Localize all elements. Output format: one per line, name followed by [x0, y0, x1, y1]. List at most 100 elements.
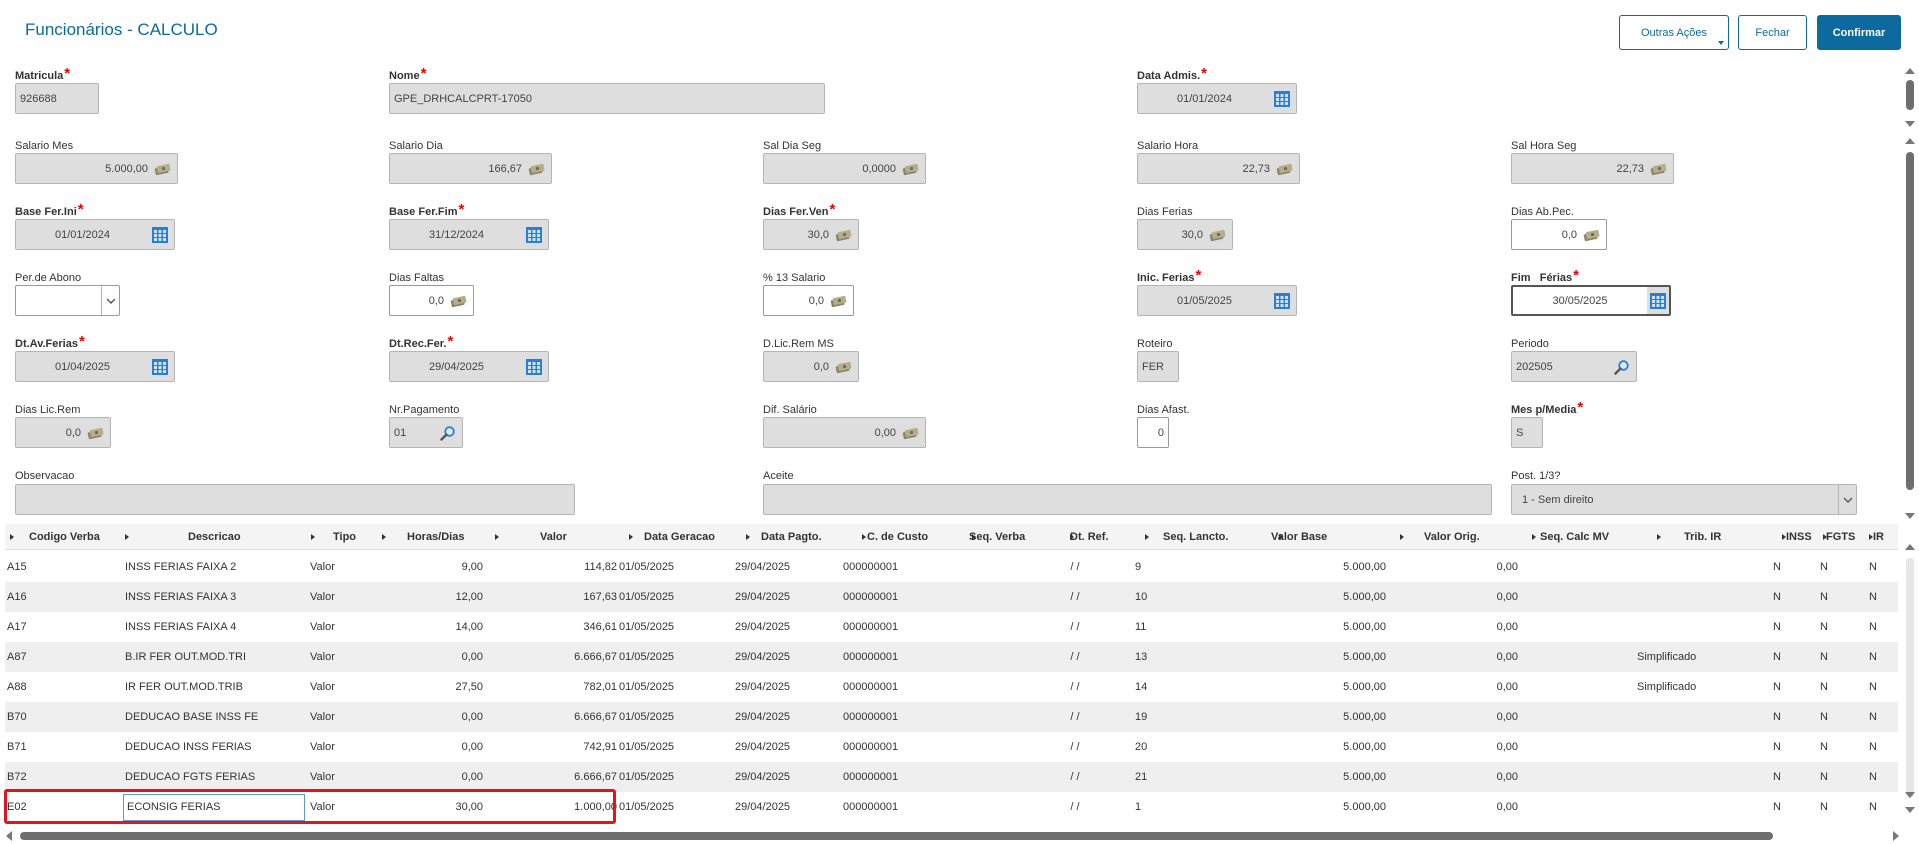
- col-header-trib-ir[interactable]: Trib. IR: [1652, 524, 1777, 550]
- d-lic-rem-ms-field[interactable]: 0,0: [763, 351, 859, 382]
- col-header-valor-base[interactable]: Valor Base: [1271, 524, 1395, 550]
- col-header-fgts[interactable]: FGTS: [1818, 524, 1864, 550]
- table-row[interactable]: E02 ECONSIG FERIAS Valor 30,00 1.000,00 01/05…: [5, 792, 1898, 822]
- fechar-button[interactable]: Fechar: [1738, 15, 1807, 50]
- table-row[interactable]: A87 B.IR FER OUT.MOD.TRI Valor 0,00 6.666,67…: [5, 642, 1898, 672]
- scroll-up-icon[interactable]: [1905, 68, 1915, 74]
- money-icon[interactable]: [526, 158, 548, 180]
- matricula-field[interactable]: 926688: [15, 83, 99, 114]
- form-vertical-scrollbar[interactable]: [1904, 66, 1915, 520]
- sal-dia-seg-field[interactable]: 0,0000: [763, 153, 926, 184]
- col-header-c-custo[interactable]: C. de Custo: [857, 524, 967, 550]
- roteiro-field[interactable]: FER: [1137, 351, 1179, 382]
- money-icon[interactable]: [1207, 224, 1229, 246]
- scroll-down-icon[interactable]: [1905, 121, 1915, 127]
- dias-ferias-field[interactable]: 30,0: [1137, 219, 1233, 250]
- col-header-inss[interactable]: INSS: [1777, 524, 1818, 550]
- money-icon[interactable]: [828, 290, 850, 312]
- calendar-icon[interactable]: [523, 224, 545, 246]
- dias-lic-rem-field[interactable]: 0,0: [15, 417, 111, 448]
- table-row[interactable]: B71 DEDUCAO INSS FERIAS Valor 0,00 742,91 01/…: [5, 732, 1898, 762]
- scroll-up-icon[interactable]: [1905, 544, 1915, 550]
- sal-hora-seg-field[interactable]: 22,73: [1511, 153, 1674, 184]
- col-header-seq-calc-mv[interactable]: Seq. Calc MV: [1527, 524, 1652, 550]
- money-icon[interactable]: [1648, 158, 1670, 180]
- salario-hora-field[interactable]: 22,73: [1137, 153, 1300, 184]
- fim-ferias-field[interactable]: 30/05/2025: [1511, 285, 1671, 316]
- money-icon[interactable]: [152, 158, 174, 180]
- mes-p-media-field[interactable]: S: [1511, 417, 1543, 448]
- scroll-thumb[interactable]: [1906, 152, 1914, 490]
- nome-field[interactable]: GPE_DRHCALCPRT-17050: [389, 83, 825, 114]
- table-row[interactable]: A88 IR FER OUT.MOD.TRIB Valor 27,50 782,01 01…: [5, 672, 1898, 702]
- per-abono-select[interactable]: [15, 285, 120, 316]
- grid-horizontal-scrollbar[interactable]: [0, 830, 1919, 842]
- col-header-valor-orig[interactable]: Valor Orig.: [1395, 524, 1527, 550]
- col-header-seq-lancto[interactable]: Seq. Lancto.: [1140, 524, 1274, 550]
- calendar-icon[interactable]: [1271, 88, 1293, 110]
- money-icon[interactable]: [900, 422, 922, 444]
- post-13-select[interactable]: 1 - Sem direito: [1511, 484, 1857, 515]
- col-header-codigo-verba[interactable]: Codigo Verba: [5, 524, 120, 550]
- scroll-left-icon[interactable]: [6, 831, 12, 841]
- scroll-thumb[interactable]: [1906, 80, 1914, 110]
- table-row[interactable]: A17 INSS FERIAS FAIXA 4 Valor 14,00 346,61 01…: [5, 612, 1898, 642]
- base-fer-ini-field[interactable]: 01/01/2024: [15, 219, 175, 250]
- scroll-down-icon[interactable]: [1905, 807, 1915, 813]
- calendar-icon[interactable]: [149, 356, 171, 378]
- search-icon[interactable]: [437, 422, 459, 444]
- dias-fer-ven-field[interactable]: 30,0: [763, 219, 859, 250]
- scroll-down-icon[interactable]: [1905, 513, 1915, 519]
- col-header-horas-dias[interactable]: Horas/Dias: [377, 524, 490, 550]
- col-header-tipo[interactable]: Tipo: [306, 524, 377, 550]
- dias-afast-field[interactable]: 0: [1137, 417, 1169, 448]
- scroll-thumb[interactable]: [20, 832, 1773, 840]
- money-icon[interactable]: [85, 422, 107, 444]
- chevron-down-icon[interactable]: [101, 286, 119, 315]
- aceite-field[interactable]: [763, 484, 1492, 515]
- salario-dia-field[interactable]: 166,67: [389, 153, 552, 184]
- col-header-valor[interactable]: Valor: [490, 524, 624, 550]
- dias-ab-pec-field[interactable]: 0,0: [1511, 219, 1607, 250]
- dt-av-ferias-field[interactable]: 01/04/2025: [15, 351, 175, 382]
- descricao-edit-input[interactable]: ECONSIG FERIAS: [123, 794, 305, 821]
- money-icon[interactable]: [1274, 158, 1296, 180]
- dias-faltas-field[interactable]: 0,0: [389, 285, 474, 316]
- table-row[interactable]: B70 DEDUCAO BASE INSS FE Valor 0,00 6.666,67…: [5, 702, 1898, 732]
- money-icon[interactable]: [833, 224, 855, 246]
- table-row[interactable]: A15 INSS FERIAS FAIXA 2 Valor 9,00 114,82 01/…: [5, 552, 1898, 582]
- inic-ferias-field[interactable]: 01/05/2025: [1137, 285, 1297, 316]
- calendar-icon[interactable]: [1647, 287, 1669, 314]
- dif-salario-field[interactable]: 0,00: [763, 417, 926, 448]
- observacao-field[interactable]: [15, 484, 575, 515]
- scroll-track[interactable]: [1906, 558, 1914, 798]
- calendar-icon[interactable]: [523, 356, 545, 378]
- scroll-up-icon[interactable]: [1905, 138, 1915, 144]
- outras-acoes-button[interactable]: Outras Ações: [1619, 15, 1729, 50]
- dt-rec-fer-field[interactable]: 29/04/2025: [389, 351, 549, 382]
- salario-mes-field[interactable]: 5.000,00: [15, 153, 178, 184]
- calendar-icon[interactable]: [1271, 290, 1293, 312]
- data-admis-field[interactable]: 01/01/2024: [1137, 83, 1297, 114]
- money-icon[interactable]: [448, 290, 470, 312]
- table-row[interactable]: A16 INSS FERIAS FAIXA 3 Valor 12,00 167,63 01…: [5, 582, 1898, 612]
- periodo-field[interactable]: 202505: [1511, 351, 1637, 382]
- table-row[interactable]: B72 DEDUCAO FGTS FERIAS Valor 0,00 6.666,67 0…: [5, 762, 1898, 792]
- col-header-data-geracao[interactable]: Data Geracao: [624, 524, 741, 550]
- search-icon[interactable]: [1611, 356, 1633, 378]
- calendar-icon[interactable]: [149, 224, 171, 246]
- nr-pagamento-field[interactable]: 01: [389, 417, 463, 448]
- col-header-ir[interactable]: IR: [1864, 524, 1898, 550]
- scroll-right-icon[interactable]: [1893, 831, 1899, 841]
- money-icon[interactable]: [1581, 224, 1603, 246]
- money-icon[interactable]: [833, 356, 855, 378]
- confirmar-button[interactable]: Confirmar: [1817, 15, 1901, 50]
- col-header-seq-verba[interactable]: Seq. Verba: [967, 524, 1065, 550]
- col-header-data-pagto[interactable]: Data Pagto.: [741, 524, 857, 550]
- scroll-down-icon[interactable]: [1905, 792, 1915, 798]
- base-fer-fim-field[interactable]: 31/12/2024: [389, 219, 549, 250]
- pct-13-field[interactable]: 0,0: [763, 285, 854, 316]
- col-header-dt-ref[interactable]: Dt. Ref.: [1065, 524, 1140, 550]
- col-header-descricao[interactable]: Descricao: [120, 524, 306, 550]
- chevron-down-icon[interactable]: [1838, 485, 1856, 514]
